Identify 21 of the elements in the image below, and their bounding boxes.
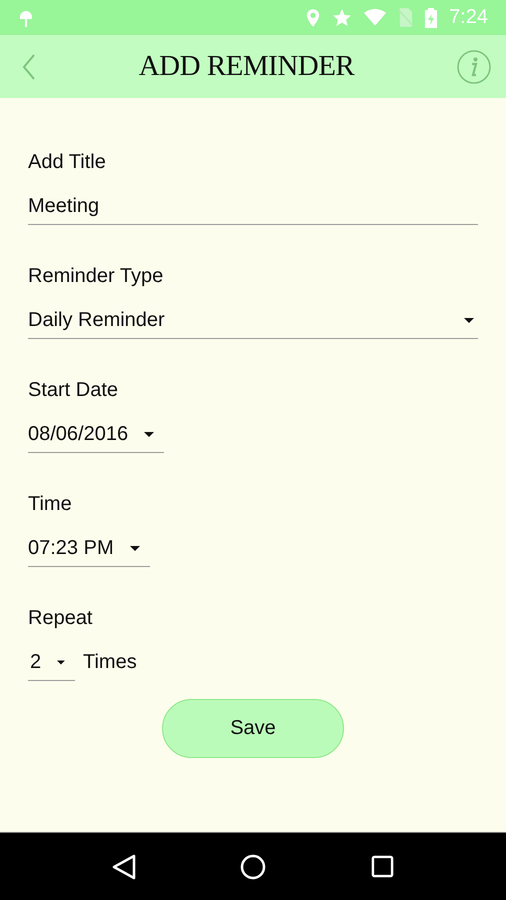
field-label: Start Date — [28, 378, 118, 403]
save-button[interactable]: Save — [162, 699, 344, 758]
field-label: Add Title — [28, 150, 106, 175]
star-icon — [332, 8, 352, 28]
home-icon[interactable] — [240, 854, 266, 880]
recents-icon[interactable] — [370, 855, 394, 878]
no-sim-icon — [398, 8, 414, 27]
field-label: Time — [28, 492, 72, 517]
screen-title: ADD REMINDER — [138, 50, 354, 83]
type-dropdown[interactable]: Daily Reminder — [28, 306, 478, 339]
picker-dropdown[interactable]: 07:23 PM — [28, 534, 150, 567]
times-label: Times — [83, 650, 137, 675]
title-input[interactable]: Meeting — [28, 192, 478, 225]
clock-time: 7:24 — [449, 6, 488, 29]
repeat-dropdown[interactable]: 2 — [28, 648, 75, 681]
picker-dropdown[interactable]: 08/06/2016 — [28, 420, 164, 453]
location-icon — [306, 8, 320, 28]
wifi-icon — [364, 9, 386, 26]
field-label: Reminder Type — [28, 264, 164, 289]
battery-icon — [425, 8, 438, 28]
field-label: Repeat — [28, 606, 92, 631]
